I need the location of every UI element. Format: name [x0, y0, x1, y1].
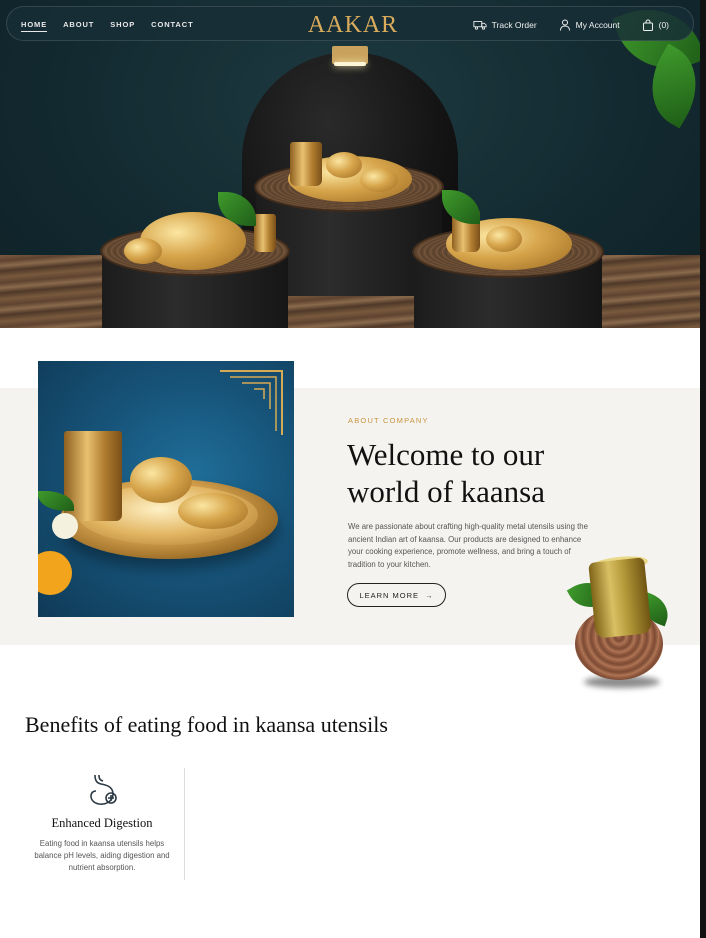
- my-account-label: My Account: [575, 19, 620, 30]
- benefit-description: Eating food in kaansa utensils helps bal…: [34, 839, 170, 872]
- hero-banner: HOME ABOUT SHOP CONTACT AAKAR Track Orde…: [0, 0, 700, 328]
- brand-logo[interactable]: AAKAR: [299, 12, 407, 39]
- nav-home[interactable]: HOME: [21, 20, 48, 32]
- benefit-card: Enhanced Digestion Eating food in kaansa…: [28, 768, 185, 880]
- benefits-heading: Benefits of eating food in kaansa utensi…: [25, 712, 388, 737]
- marigold-flower: [38, 551, 72, 595]
- learn-more-button[interactable]: LEARN MORE →: [347, 583, 446, 607]
- brass-jar: [254, 214, 276, 252]
- benefit-title: Enhanced Digestion: [51, 816, 153, 830]
- track-order-label: Track Order: [491, 19, 537, 30]
- brass-glass-product: [588, 557, 652, 639]
- nav-actions: Track Order My Account (0): [473, 7, 669, 42]
- cart-count: (0): [658, 19, 669, 30]
- brass-bowl-left: [124, 238, 162, 264]
- track-order-link[interactable]: Track Order: [473, 19, 537, 31]
- stomach-icon: [90, 774, 117, 805]
- cart-link[interactable]: (0): [642, 19, 669, 31]
- lamp-light: [334, 62, 366, 66]
- arrow-right-icon: →: [425, 590, 434, 600]
- shopping-bag-icon: [642, 19, 653, 31]
- about-eyebrow: ABOUT COMPANY: [348, 416, 429, 425]
- about-image-thali: [38, 361, 294, 617]
- brass-glass: [290, 142, 322, 186]
- nav-shop[interactable]: SHOP: [110, 20, 135, 29]
- learn-more-label: LEARN MORE: [359, 590, 420, 600]
- brass-bowl: [326, 152, 362, 178]
- truck-icon: [473, 20, 487, 30]
- user-icon: [559, 19, 570, 31]
- brass-bowl-2: [360, 168, 398, 192]
- top-navbar: HOME ABOUT SHOP CONTACT AAKAR Track Orde…: [6, 6, 694, 41]
- my-account-link[interactable]: My Account: [559, 19, 620, 31]
- art-deco-corner-icon: [220, 370, 283, 435]
- brass-katori: [130, 457, 192, 503]
- nav-about[interactable]: ABOUT: [63, 20, 94, 29]
- about-heading: Welcome to our world of kaansa: [347, 437, 545, 509]
- nav-links: HOME ABOUT SHOP CONTACT: [21, 7, 194, 42]
- brass-bowl-right: [486, 226, 522, 252]
- nav-contact[interactable]: CONTACT: [151, 20, 193, 29]
- about-description: We are passionate about crafting high-qu…: [348, 522, 588, 569]
- white-flower: [52, 513, 78, 539]
- page-edge: [700, 0, 706, 938]
- brass-bowl-small: [178, 493, 248, 529]
